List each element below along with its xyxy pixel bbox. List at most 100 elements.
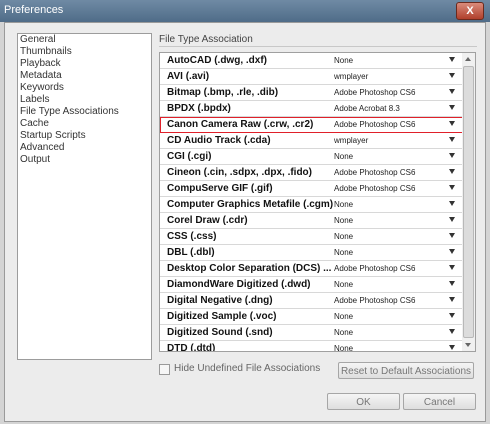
window-title: Preferences bbox=[4, 4, 64, 16]
association-row[interactable]: CSS (.css) None bbox=[160, 229, 463, 245]
associated-app-select[interactable]: None bbox=[334, 232, 353, 241]
association-row[interactable]: DiamondWare Digitized (.dwd) None bbox=[160, 277, 463, 293]
category-list: General Thumbnails Playback Metadata Keyword… bbox=[17, 33, 152, 360]
file-type-name: Canon Camera Raw (.crw, .cr2) bbox=[167, 119, 314, 130]
nav-item-playback[interactable]: Playback bbox=[18, 58, 151, 70]
file-type-name: Bitmap (.bmp, .rle, .dib) bbox=[167, 87, 279, 98]
association-row[interactable]: Desktop Color Separation (DCS) ... Adobe … bbox=[160, 261, 463, 277]
dropdown-arrow-icon[interactable] bbox=[449, 73, 455, 78]
nav-item-cache[interactable]: Cache bbox=[18, 118, 151, 130]
file-type-name: CSS (.css) bbox=[167, 231, 217, 242]
associated-app-select[interactable]: Adobe Photoshop CS6 bbox=[334, 168, 415, 177]
associated-app-select[interactable]: Adobe Photoshop CS6 bbox=[334, 264, 415, 273]
nav-item-startup-scripts[interactable]: Startup Scripts bbox=[18, 130, 151, 142]
association-row[interactable]: AutoCAD (.dwg, .dxf) None bbox=[160, 53, 463, 69]
association-row[interactable]: Digital Negative (.dng) Adobe Photoshop C… bbox=[160, 293, 463, 309]
file-type-name: Desktop Color Separation (DCS) ... bbox=[167, 263, 332, 274]
association-row[interactable]: Canon Camera Raw (.crw, .cr2) Adobe Photo… bbox=[160, 117, 463, 133]
close-button[interactable]: X bbox=[456, 2, 484, 20]
associated-app-select[interactable]: None bbox=[334, 344, 353, 351]
associated-app-select[interactable]: None bbox=[334, 328, 353, 337]
associated-app-select[interactable]: None bbox=[334, 152, 353, 161]
file-type-name: Digitized Sample (.voc) bbox=[167, 311, 277, 322]
file-type-name: DiamondWare Digitized (.dwd) bbox=[167, 279, 311, 290]
hide-undefined-label: Hide Undefined File Associations bbox=[174, 363, 321, 374]
nav-item-keywords[interactable]: Keywords bbox=[18, 82, 151, 94]
scroll-up-arrow-icon[interactable] bbox=[465, 57, 471, 61]
nav-item-advanced[interactable]: Advanced bbox=[18, 142, 151, 154]
dropdown-arrow-icon[interactable] bbox=[449, 249, 455, 254]
dropdown-arrow-icon[interactable] bbox=[449, 313, 455, 318]
association-row[interactable]: Cineon (.cin, .sdpx, .dpx, .fido) Adobe P… bbox=[160, 165, 463, 181]
file-type-name: AVI (.avi) bbox=[167, 71, 210, 82]
file-type-name: CD Audio Track (.cda) bbox=[167, 135, 271, 146]
scroll-down-arrow-icon[interactable] bbox=[465, 343, 471, 347]
dropdown-arrow-icon[interactable] bbox=[449, 105, 455, 110]
associated-app-select[interactable]: None bbox=[334, 312, 353, 321]
associated-app-select[interactable]: None bbox=[334, 280, 353, 289]
association-row[interactable]: DBL (.dbl) None bbox=[160, 245, 463, 261]
associated-app-select[interactable]: None bbox=[334, 216, 353, 225]
dropdown-arrow-icon[interactable] bbox=[449, 201, 455, 206]
dropdown-arrow-icon[interactable] bbox=[449, 281, 455, 286]
nav-item-thumbnails[interactable]: Thumbnails bbox=[18, 46, 151, 58]
dropdown-arrow-icon[interactable] bbox=[449, 217, 455, 222]
preferences-dialog: General Thumbnails Playback Metadata Keyword… bbox=[4, 22, 486, 422]
file-type-name: CompuServe GIF (.gif) bbox=[167, 183, 273, 194]
title-bar: Preferences X bbox=[0, 0, 490, 22]
dropdown-arrow-icon[interactable] bbox=[449, 121, 455, 126]
dropdown-arrow-icon[interactable] bbox=[449, 89, 455, 94]
dropdown-arrow-icon[interactable] bbox=[449, 265, 455, 270]
ok-button[interactable]: OK bbox=[327, 393, 400, 410]
dropdown-arrow-icon[interactable] bbox=[449, 185, 455, 190]
file-type-name: Corel Draw (.cdr) bbox=[167, 215, 248, 226]
dropdown-arrow-icon[interactable] bbox=[449, 137, 455, 142]
association-row[interactable]: CGI (.cgi) None bbox=[160, 149, 463, 165]
associated-app-select[interactable]: wmplayer bbox=[334, 136, 368, 145]
reset-defaults-button[interactable]: Reset to Default Associations bbox=[338, 362, 474, 379]
associated-app-select[interactable]: None bbox=[334, 200, 353, 209]
dropdown-arrow-icon[interactable] bbox=[449, 57, 455, 62]
dropdown-arrow-icon[interactable] bbox=[449, 345, 455, 350]
section-divider bbox=[159, 46, 477, 47]
dropdown-arrow-icon[interactable] bbox=[449, 297, 455, 302]
file-type-name: BPDX (.bpdx) bbox=[167, 103, 231, 114]
file-type-name: CGI (.cgi) bbox=[167, 151, 212, 162]
association-row[interactable]: Digitized Sound (.snd) None bbox=[160, 325, 463, 341]
association-row[interactable]: BPDX (.bpdx) Adobe Acrobat 8.3 bbox=[160, 101, 463, 117]
dropdown-arrow-icon[interactable] bbox=[449, 233, 455, 238]
associated-app-select[interactable]: Adobe Photoshop CS6 bbox=[334, 184, 415, 193]
section-title: File Type Association bbox=[159, 34, 253, 45]
nav-item-metadata[interactable]: Metadata bbox=[18, 70, 151, 82]
file-type-association-list: AutoCAD (.dwg, .dxf) None AVI (.avi) wmplay… bbox=[159, 52, 464, 352]
association-row[interactable]: AVI (.avi) wmplayer bbox=[160, 69, 463, 85]
associated-app-select[interactable]: wmplayer bbox=[334, 72, 368, 81]
association-row[interactable]: CompuServe GIF (.gif) Adobe Photoshop CS6 bbox=[160, 181, 463, 197]
nav-item-output[interactable]: Output bbox=[18, 154, 151, 166]
association-row[interactable]: DTD (.dtd) None bbox=[160, 341, 463, 351]
scroll-thumb[interactable] bbox=[463, 66, 474, 338]
dropdown-arrow-icon[interactable] bbox=[449, 329, 455, 334]
nav-item-general[interactable]: General bbox=[18, 34, 151, 46]
file-type-name: Cineon (.cin, .sdpx, .dpx, .fido) bbox=[167, 167, 312, 178]
associated-app-select[interactable]: Adobe Acrobat 8.3 bbox=[334, 104, 400, 113]
nav-item-labels[interactable]: Labels bbox=[18, 94, 151, 106]
list-scrollbar[interactable] bbox=[462, 52, 476, 352]
association-row[interactable]: Digitized Sample (.voc) None bbox=[160, 309, 463, 325]
associated-app-select[interactable]: Adobe Photoshop CS6 bbox=[334, 296, 415, 305]
associated-app-select[interactable]: None bbox=[334, 248, 353, 257]
association-row[interactable]: Computer Graphics Metafile (.cgm) None bbox=[160, 197, 463, 213]
association-row[interactable]: Corel Draw (.cdr) None bbox=[160, 213, 463, 229]
dropdown-arrow-icon[interactable] bbox=[449, 169, 455, 174]
association-row[interactable]: Bitmap (.bmp, .rle, .dib) Adobe Photoshop… bbox=[160, 85, 463, 101]
hide-undefined-checkbox[interactable] bbox=[159, 364, 170, 375]
file-type-name: AutoCAD (.dwg, .dxf) bbox=[167, 55, 267, 66]
dropdown-arrow-icon[interactable] bbox=[449, 153, 455, 158]
association-row[interactable]: CD Audio Track (.cda) wmplayer bbox=[160, 133, 463, 149]
associated-app-select[interactable]: Adobe Photoshop CS6 bbox=[334, 120, 415, 129]
associated-app-select[interactable]: None bbox=[334, 56, 353, 65]
cancel-button[interactable]: Cancel bbox=[403, 393, 476, 410]
associated-app-select[interactable]: Adobe Photoshop CS6 bbox=[334, 88, 415, 97]
nav-item-file-type-associations[interactable]: File Type Associations bbox=[18, 106, 151, 118]
file-type-name: Computer Graphics Metafile (.cgm) bbox=[167, 199, 334, 210]
